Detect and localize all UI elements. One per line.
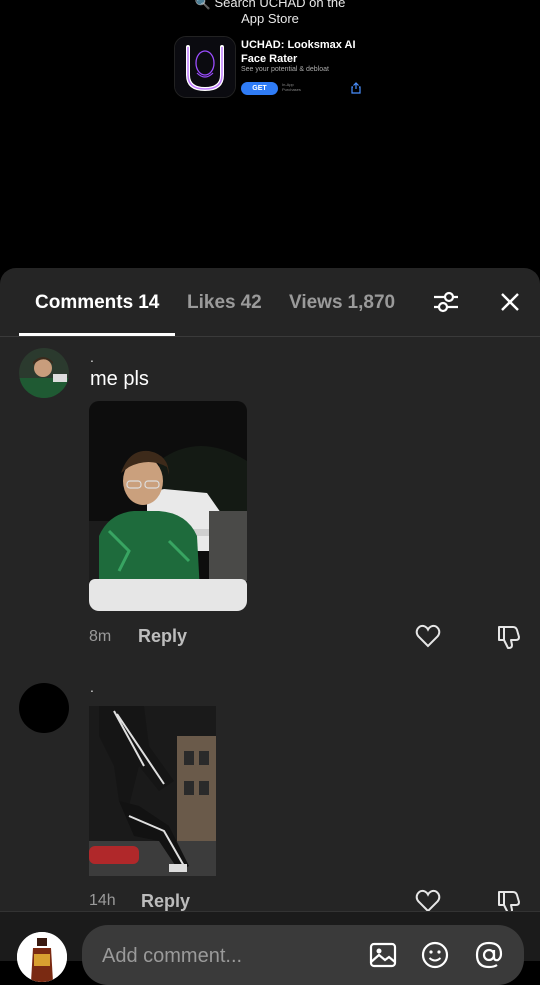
heart-icon[interactable] <box>415 624 441 648</box>
video-area[interactable]: 🔍 Search UCHAD on the App Store UCHAD: L… <box>0 0 540 270</box>
close-icon[interactable] <box>498 290 522 314</box>
comment-time: 8m <box>89 628 112 645</box>
tab-comments[interactable]: Comments 14 <box>35 292 159 314</box>
app-subtitle: See your potential & debloat <box>241 66 329 73</box>
comment-input[interactable]: Add comment... <box>82 925 524 985</box>
at-icon[interactable] <box>474 940 504 970</box>
emoji-icon[interactable] <box>420 940 450 970</box>
tab-views[interactable]: Views 1,870 <box>289 292 395 314</box>
active-tab-indicator <box>19 333 175 336</box>
get-button[interactable]: GET <box>241 82 278 95</box>
tab-bar: Comments 14 Likes 42 Views 1,870 <box>0 268 540 337</box>
heart-icon[interactable] <box>415 889 441 913</box>
my-avatar[interactable] <box>17 932 67 982</box>
comment-photo[interactable] <box>89 401 247 611</box>
avatar[interactable] <box>19 348 69 398</box>
comment-username[interactable]: . <box>90 679 94 695</box>
in-app-note: In-App Purchases <box>282 82 301 92</box>
comment-composer: Add comment... <box>0 911 540 985</box>
reply-button[interactable]: Reply <box>138 626 187 647</box>
app-title: UCHAD: Looksmax AI Face Rater <box>241 39 356 65</box>
comment-time: 14h <box>89 892 116 909</box>
comment-text: me pls <box>90 368 149 390</box>
reply-button[interactable]: Reply <box>141 891 190 912</box>
dislike-icon[interactable] <box>496 624 522 650</box>
comments-sheet: Comments 14 Likes 42 Views 1,870 . me pl… <box>0 268 540 960</box>
search-icon: 🔍 <box>194 0 211 10</box>
app-logo-icon[interactable] <box>174 36 236 98</box>
comment-input-placeholder: Add comment... <box>102 945 243 967</box>
store-search-text: 🔍 Search UCHAD on the <box>0 0 540 11</box>
image-icon[interactable] <box>368 940 398 970</box>
tab-likes[interactable]: Likes 42 <box>187 292 262 314</box>
store-line-1: Search UCHAD on the <box>214 0 346 10</box>
comment-username[interactable]: . <box>90 349 94 365</box>
store-line-2: App Store <box>241 11 299 26</box>
share-icon[interactable] <box>350 82 362 94</box>
avatar[interactable] <box>19 683 69 733</box>
filter-icon[interactable] <box>432 288 460 316</box>
comment-photo[interactable] <box>89 706 216 876</box>
